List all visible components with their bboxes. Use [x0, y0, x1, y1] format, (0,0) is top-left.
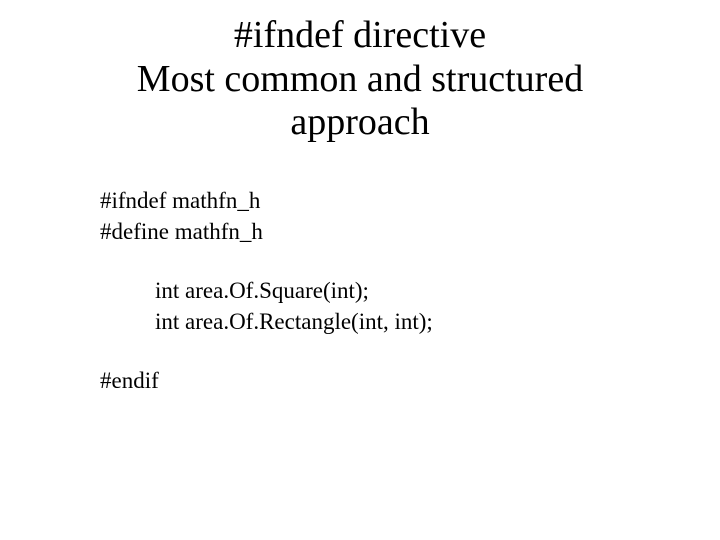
code-line-fn2: int area.Of.Rectangle(int, int);: [155, 306, 680, 337]
code-block: #ifndef mathfn_h #define mathfn_h int ar…: [100, 185, 680, 396]
title-line-3: approach: [290, 101, 429, 143]
blank-line: [100, 337, 680, 365]
code-line-define: #define mathfn_h: [100, 216, 680, 247]
title-line-2: Most common and structured: [137, 58, 583, 100]
code-line-fn1: int area.Of.Square(int);: [155, 275, 680, 306]
code-line-endif: #endif: [100, 365, 680, 396]
code-line-ifndef: #ifndef mathfn_h: [100, 185, 680, 216]
slide: #ifndef directive Most common and struct…: [0, 0, 720, 540]
blank-line: [100, 247, 680, 275]
title-line-1: #ifndef directive: [234, 14, 486, 56]
slide-title: #ifndef directive Most common and struct…: [40, 14, 680, 145]
